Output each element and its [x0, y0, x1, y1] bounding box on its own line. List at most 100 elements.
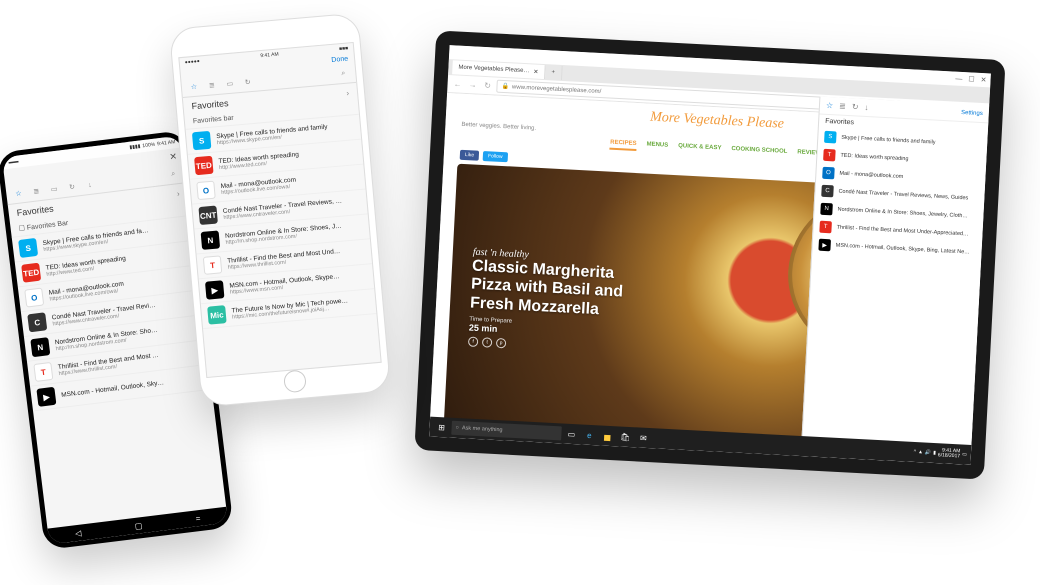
- favorite-favicon: O: [196, 181, 216, 201]
- recent-button[interactable]: =: [195, 513, 201, 523]
- books-icon[interactable]: ▭: [223, 77, 236, 90]
- nav-recipes[interactable]: RECIPES: [610, 140, 637, 151]
- favorite-favicon: TED: [194, 156, 214, 176]
- twitter-icon[interactable]: t: [482, 337, 493, 348]
- cortana-icon: ○: [455, 425, 459, 431]
- favorite-favicon: S: [192, 131, 212, 151]
- history-icon[interactable]: ↻: [852, 102, 859, 111]
- action-center-icon[interactable]: ▭: [962, 451, 967, 457]
- chevron-right-icon: ›: [346, 88, 349, 97]
- edge-button[interactable]: e: [581, 427, 598, 444]
- favorite-favicon: N: [820, 203, 833, 216]
- iphone-screen: ●●●●● 9:41 AM ■■■ Done ☆ ≣ ▭ ↻ ⌕ Favorit…: [178, 42, 381, 378]
- status-time: 9:41 AM: [157, 139, 176, 147]
- task-view-button[interactable]: ▭: [563, 426, 580, 443]
- status-time: 9:41 AM: [260, 52, 279, 60]
- carrier-dots: ●●●●●: [185, 58, 201, 65]
- mail-button[interactable]: ✉: [635, 429, 652, 446]
- new-tab-button[interactable]: +: [545, 65, 562, 80]
- favorites-flyout: ☆ ≣ ↻ ↓ Settings Favorites SSkype | Free…: [801, 97, 990, 465]
- favorite-favicon: T: [33, 362, 53, 382]
- favorites-list: SSkype | Free calls to friends and fa…ht…: [12, 216, 212, 412]
- tablet-screen: — ☐ ✕ More Vegetables Please… ✕ + ← → ↻ …: [429, 45, 991, 465]
- settings-link[interactable]: Settings: [961, 109, 983, 116]
- done-button[interactable]: Done: [331, 56, 348, 64]
- favorite-title: Nordstrom Online & In Store: Shoes, Jewe…: [837, 207, 968, 220]
- minimize-button[interactable]: —: [955, 75, 962, 82]
- search-icon[interactable]: ⌕: [337, 67, 350, 80]
- start-button[interactable]: ⊞: [433, 419, 450, 436]
- favorites-tab-icon[interactable]: ☆: [826, 101, 834, 110]
- facebook-icon[interactable]: f: [468, 337, 479, 348]
- books-icon[interactable]: ▭: [47, 183, 60, 196]
- search-icon[interactable]: ⌕: [167, 168, 180, 181]
- battery-text: 100%: [142, 142, 155, 150]
- status-left: ▬▬: [8, 158, 19, 165]
- favorites-list: SSkype | Free calls to friends and famil…: [186, 115, 377, 329]
- downloads-icon[interactable]: ↓: [83, 178, 96, 191]
- like-button[interactable]: Like: [460, 150, 480, 161]
- favorite-favicon: T: [819, 221, 832, 234]
- favorite-favicon: TED: [21, 263, 41, 283]
- forward-button[interactable]: →: [466, 80, 478, 90]
- history-icon[interactable]: ↻: [241, 76, 254, 89]
- favorite-favicon: T: [823, 149, 836, 162]
- home-button[interactable]: [283, 369, 307, 393]
- reading-list-icon[interactable]: ≣: [205, 79, 218, 92]
- reading-list-icon[interactable]: ≣: [30, 185, 43, 198]
- file-explorer-button[interactable]: ▅: [599, 427, 616, 444]
- favorite-favicon: T: [203, 255, 223, 275]
- search-placeholder: Ask me anything: [462, 425, 503, 433]
- volume-icon[interactable]: 🔊: [925, 450, 932, 456]
- favorite-title: Mail - mona@outlook.com: [839, 171, 903, 180]
- tab-title: More Vegetables Please…: [458, 65, 529, 75]
- favorite-title: TED: Ideas worth spreading: [840, 153, 908, 163]
- favorite-title: Thrillist - Find the Best and Most Under…: [836, 225, 968, 238]
- pinterest-icon[interactable]: p: [496, 338, 507, 349]
- clock-date[interactable]: 9:41 AM 6/18/2017: [938, 448, 961, 459]
- cortana-search[interactable]: ○ Ask me anything: [451, 421, 562, 441]
- favorite-favicon: N: [201, 230, 221, 250]
- tab-close-icon[interactable]: ✕: [533, 68, 538, 75]
- back-button[interactable]: ◁: [75, 528, 82, 538]
- flyout-favorites-list: SSkype | Free calls to friends and famil…: [812, 128, 987, 263]
- favorite-favicon: ▶: [36, 387, 56, 407]
- signal-icon: ▮▮▮▮: [129, 143, 141, 150]
- nav-menus[interactable]: MENUS: [646, 142, 668, 153]
- favorites-tab-icon[interactable]: ☆: [187, 81, 200, 94]
- downloads-icon[interactable]: ↓: [864, 103, 868, 112]
- close-button[interactable]: ✕: [980, 76, 986, 84]
- favorite-title: Condé Nast Traveler - Travel Reviews, Ne…: [838, 189, 968, 202]
- nav-quick[interactable]: QUICK & EASY: [678, 143, 722, 155]
- home-button[interactable]: ▢: [134, 521, 143, 531]
- battery-icon[interactable]: ▮: [933, 450, 936, 456]
- favorites-tab-icon[interactable]: ☆: [12, 187, 25, 200]
- follow-button[interactable]: Follow: [483, 151, 508, 162]
- favorite-favicon: ▶: [205, 280, 225, 300]
- reading-list-icon[interactable]: ≣: [839, 102, 846, 111]
- store-button[interactable]: 🛍: [617, 428, 634, 445]
- url-text: www.morevegetablesplease.com/: [512, 84, 602, 95]
- tray-chevron-icon[interactable]: ^: [914, 449, 917, 455]
- favorites-header-label: Favorites: [16, 204, 54, 218]
- android-nav-bar: ◁ ▢ =: [47, 507, 228, 545]
- favorite-favicon: C: [27, 312, 47, 332]
- close-icon[interactable]: ✕: [169, 151, 178, 163]
- iphone-frame: ●●●●● 9:41 AM ■■■ Done ☆ ≣ ▭ ↻ ⌕ Favorit…: [169, 12, 391, 407]
- favorite-favicon: N: [30, 337, 50, 357]
- lock-icon: 🔒: [501, 83, 509, 90]
- favorite-title: MSN.com - Hotmail, Outlook, Skype, Bing,…: [836, 243, 970, 256]
- maximize-button[interactable]: ☐: [968, 75, 975, 83]
- wifi-icon[interactable]: ▲: [918, 449, 923, 455]
- reload-button[interactable]: ↻: [481, 81, 493, 91]
- chevron-right-icon: ›: [176, 189, 180, 198]
- favorites-header-label: Favorites: [191, 98, 229, 111]
- favorite-favicon: ▶: [818, 239, 831, 252]
- back-button[interactable]: ←: [451, 79, 463, 89]
- favorite-favicon: C: [821, 185, 834, 198]
- history-icon[interactable]: ↻: [65, 180, 78, 193]
- favorite-favicon: O: [822, 167, 835, 180]
- favorite-title: Skype | Free calls to friends and family: [841, 135, 936, 146]
- nav-school[interactable]: COOKING SCHOOL: [731, 146, 787, 159]
- favorite-favicon: O: [24, 287, 44, 307]
